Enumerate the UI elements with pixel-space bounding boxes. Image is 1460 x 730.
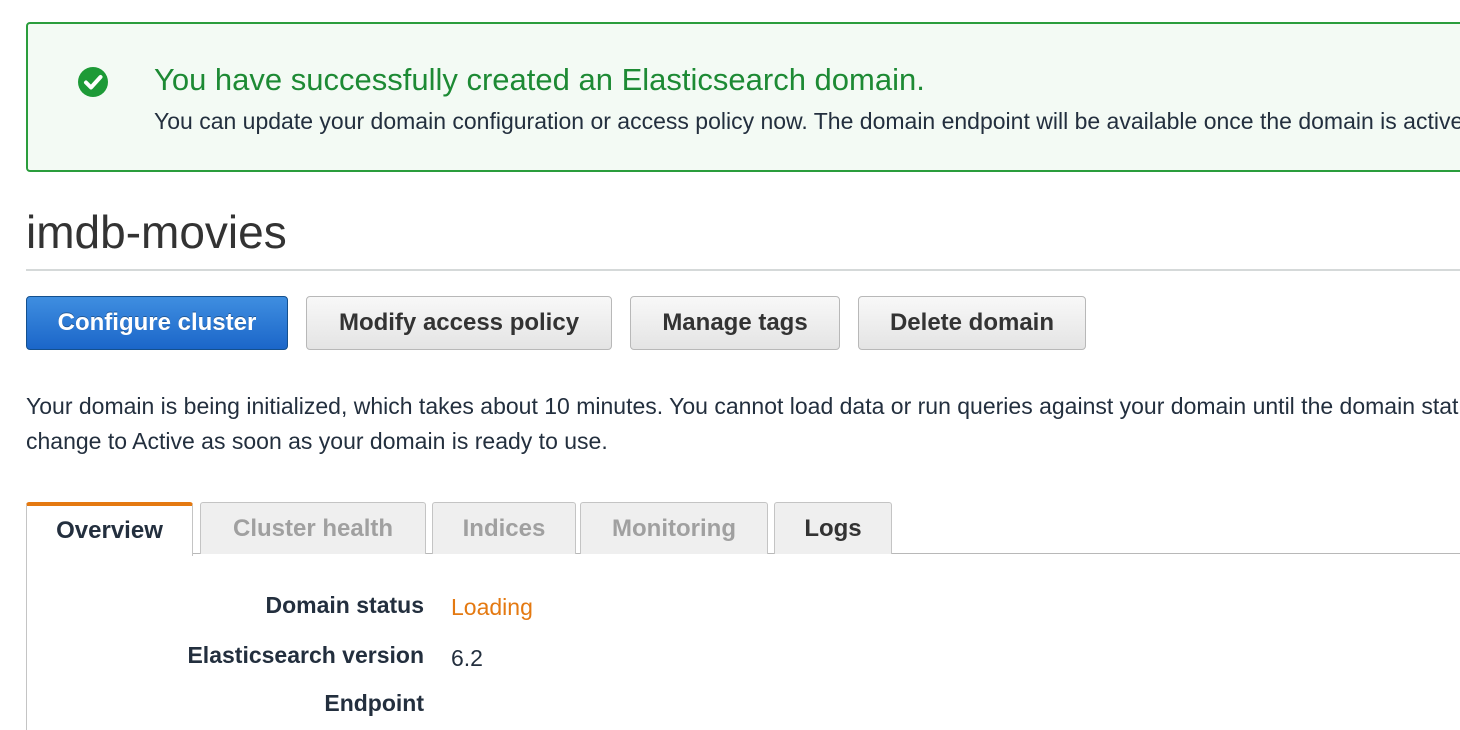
initialization-message-line-2: change to Active as soon as your domain … bbox=[26, 428, 608, 454]
tab-overview[interactable]: Overview bbox=[26, 502, 193, 556]
initialization-message-line-1: Your domain is being initialized, which … bbox=[26, 393, 1460, 419]
success-banner: You have successfully created an Elastic… bbox=[26, 22, 1460, 172]
tab-logs[interactable]: Logs bbox=[774, 502, 892, 554]
initialization-message: Your domain is being initialized, which … bbox=[26, 389, 1460, 459]
manage-tags-button[interactable]: Manage tags bbox=[630, 296, 840, 350]
endpoint-label: Endpoint bbox=[324, 690, 424, 716]
elasticsearch-version-label: Elasticsearch version bbox=[187, 642, 424, 668]
delete-domain-button[interactable]: Delete domain bbox=[858, 296, 1086, 350]
elasticsearch-domain-page: You have successfully created an Elastic… bbox=[0, 0, 1460, 730]
tab-cluster-health[interactable]: Cluster health bbox=[200, 502, 426, 554]
elasticsearch-version-value: 6.2 bbox=[451, 645, 483, 671]
title-divider bbox=[26, 269, 1460, 271]
page-title: imdb-movies bbox=[26, 206, 287, 258]
banner-title: You have successfully created an Elastic… bbox=[154, 62, 925, 97]
tab-content-border bbox=[26, 554, 27, 730]
modify-access-policy-button[interactable]: Modify access policy bbox=[306, 296, 612, 350]
domain-status-value: Loading bbox=[451, 594, 533, 620]
banner-message: You can update your domain configuration… bbox=[154, 108, 1460, 134]
tab-indices[interactable]: Indices bbox=[432, 502, 576, 554]
check-circle-icon bbox=[78, 67, 108, 97]
domain-tabs: Overview Cluster health Indices Monitori… bbox=[26, 502, 1460, 556]
domain-status-label: Domain status bbox=[265, 592, 424, 618]
configure-cluster-button[interactable]: Configure cluster bbox=[26, 296, 288, 350]
tab-monitoring[interactable]: Monitoring bbox=[580, 502, 768, 554]
